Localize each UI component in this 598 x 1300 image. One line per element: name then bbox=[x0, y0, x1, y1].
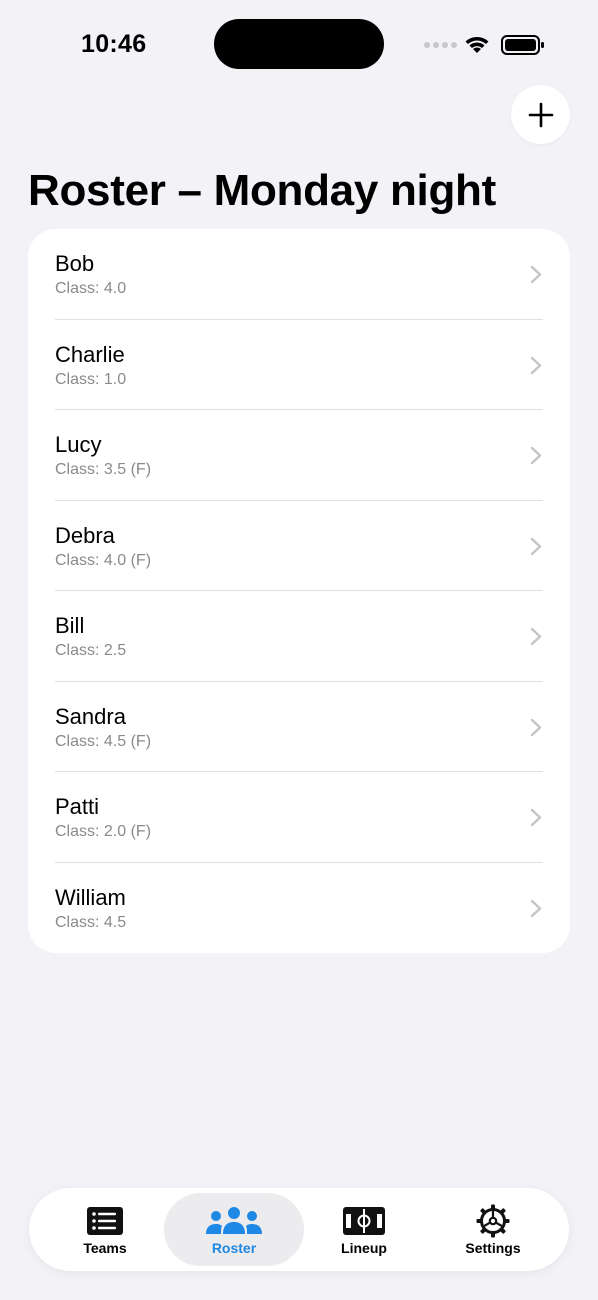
tab-label: Settings bbox=[465, 1240, 521, 1256]
wifi-icon bbox=[463, 33, 491, 60]
player-class: Class: 4.5 bbox=[55, 913, 127, 931]
gear-icon bbox=[476, 1204, 510, 1238]
status-time: 10:46 bbox=[81, 30, 147, 58]
player-class: Class: 2.5 bbox=[55, 642, 127, 659]
tab-label: Roster bbox=[211, 1240, 257, 1256]
roster-list: Bob Class: 4.0 Charlie Class: 1.0 Lucy C… bbox=[28, 229, 570, 953]
roster-row[interactable]: William Class: 4.5 bbox=[28, 863, 570, 954]
tab-settings[interactable]: Settings bbox=[423, 1193, 563, 1266]
roster-row[interactable]: Lucy Class: 3.5 (F) bbox=[28, 410, 570, 501]
list-icon bbox=[87, 1207, 123, 1235]
people-icon bbox=[206, 1207, 262, 1234]
cellular-signal-icon bbox=[424, 42, 457, 48]
player-name: Patti bbox=[55, 794, 100, 819]
chevron-right-icon bbox=[530, 718, 542, 736]
chevron-right-icon bbox=[530, 808, 542, 827]
chevron-right-icon bbox=[530, 446, 542, 465]
tab-bar: Teams Roster Lineup Settings bbox=[29, 1188, 569, 1271]
dynamic-island bbox=[214, 19, 384, 69]
chevron-right-icon bbox=[530, 899, 542, 917]
chevron-right-icon bbox=[530, 356, 542, 374]
player-name: William bbox=[55, 884, 126, 910]
tab-roster[interactable]: Roster bbox=[164, 1193, 304, 1266]
player-name: Debra bbox=[55, 522, 115, 548]
chevron-right-icon bbox=[530, 537, 542, 555]
roster-row[interactable]: Bob Class: 4.0 bbox=[28, 229, 570, 320]
roster-row[interactable]: Patti Class: 2.0 (F) bbox=[28, 772, 570, 863]
tab-label: Teams bbox=[83, 1240, 127, 1256]
player-class: Class: 2.0 (F) bbox=[55, 823, 152, 840]
tab-lineup[interactable]: Lineup bbox=[294, 1193, 434, 1266]
page-title: Roster – Monday night bbox=[28, 166, 496, 215]
chevron-right-icon bbox=[530, 627, 542, 646]
player-name: Charlie bbox=[55, 341, 125, 367]
player-name: Bill bbox=[55, 613, 85, 638]
chevron-right-icon bbox=[530, 265, 542, 284]
roster-screen: 10:46 Roster – Monday night Bob Class: 4… bbox=[0, 0, 598, 1300]
plus-icon bbox=[528, 102, 553, 127]
player-class: Class: 4.0 bbox=[55, 280, 127, 297]
player-class: Class: 3.5 (F) bbox=[55, 461, 152, 478]
player-class: Class: 4.5 (F) bbox=[55, 732, 152, 750]
roster-row[interactable]: Sandra Class: 4.5 (F) bbox=[28, 682, 570, 772]
battery-icon bbox=[501, 35, 545, 60]
tab-teams[interactable]: Teams bbox=[35, 1193, 175, 1266]
player-name: Bob bbox=[55, 251, 95, 276]
roster-row[interactable]: Charlie Class: 1.0 bbox=[28, 320, 570, 410]
roster-row[interactable]: Debra Class: 4.0 (F) bbox=[28, 501, 570, 591]
court-icon bbox=[343, 1207, 385, 1235]
player-name: Lucy bbox=[55, 432, 102, 457]
player-class: Class: 4.0 (F) bbox=[55, 551, 152, 569]
tab-label: Lineup bbox=[341, 1240, 387, 1256]
roster-row[interactable]: Bill Class: 2.5 bbox=[28, 591, 570, 682]
add-player-button[interactable] bbox=[511, 85, 570, 144]
player-name: Sandra bbox=[55, 703, 126, 729]
player-class: Class: 1.0 bbox=[55, 370, 127, 388]
